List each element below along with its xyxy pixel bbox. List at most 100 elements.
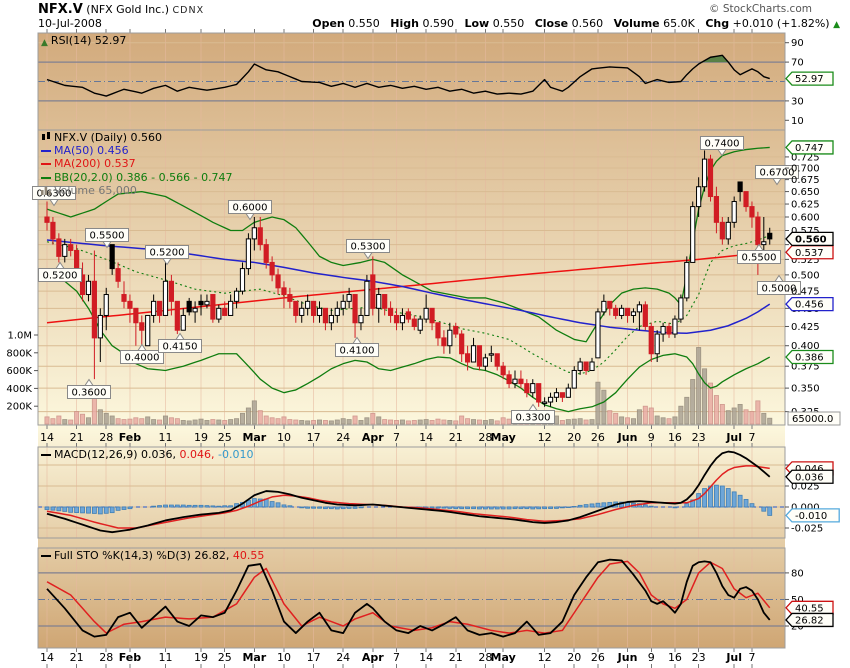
volume-axis: 1.0M 800K 600K 400K 200K — [6, 331, 38, 413]
svg-text:21: 21 — [70, 651, 84, 664]
svg-text:Jul: Jul — [725, 431, 742, 444]
rsi-legend: ▲ RSI(14) 52.97 — [41, 34, 126, 50]
svg-text:May: May — [491, 651, 516, 664]
svg-text:80: 80 — [791, 568, 804, 579]
chg-label: Chg — [705, 17, 730, 30]
svg-text:0.500: 0.500 — [791, 270, 820, 281]
svg-text:21: 21 — [449, 651, 463, 664]
svg-text:7: 7 — [748, 431, 755, 444]
quote-header: 10-Jul-2008 Open 0.550 High 0.590 Low 0.… — [38, 17, 845, 30]
svg-text:Mar: Mar — [242, 431, 266, 444]
ma50-legend-row: MA(50) 0.456 — [41, 144, 233, 157]
low-value: 0.550 — [492, 17, 525, 30]
svg-text:0.5500: 0.5500 — [90, 231, 125, 242]
bb-legend-text: BB(20,2.0) 0.386 - 0.566 - 0.747 — [54, 170, 233, 184]
rsi-mountain-icon: ▲ — [41, 38, 48, 48]
svg-text:19: 19 — [194, 431, 208, 444]
date-axis-bottom: 14 21 28 Feb 11 19 25 Mar 10 17 24 Apr 7 14 21 28May 12 2… — [40, 651, 755, 664]
svg-text:11: 11 — [158, 431, 172, 444]
ma50-legend-text: MA(50) 0.456 — [54, 144, 129, 158]
svg-text:0.700: 0.700 — [791, 164, 820, 175]
macd-legend: MACD(12,26,9) 0.036, 0.046, -0.010 — [41, 448, 253, 461]
sto-axis: 80502040.5526.82 — [785, 568, 834, 633]
chg-value: +0.010 (+1.82%) — [732, 17, 830, 30]
company-name: (NFX Gold Inc.) — [82, 3, 173, 16]
svg-text:0.6700: 0.6700 — [760, 168, 795, 179]
sto-line-icon — [41, 555, 51, 557]
macd-legend-main: MACD(12,26,9) 0.036, — [54, 448, 177, 461]
svg-text:70: 70 — [791, 58, 804, 69]
chart-canvas: 0.63000.52000.55000.36000.40000.52000.41… — [6, 29, 841, 668]
svg-text:7: 7 — [393, 431, 400, 444]
svg-text:7: 7 — [748, 651, 755, 664]
svg-text:0.4150: 0.4150 — [163, 342, 198, 353]
svg-text:0.7400: 0.7400 — [705, 139, 740, 150]
svg-text:0.675: 0.675 — [791, 175, 820, 186]
svg-text:23: 23 — [692, 431, 706, 444]
price-legend-title: NFX.V (Daily) 0.560 — [54, 131, 163, 144]
svg-text:800K: 800K — [6, 348, 32, 359]
chg-up-arrow-icon: ▲ — [833, 20, 840, 30]
svg-text:17: 17 — [307, 431, 321, 444]
svg-text:7: 7 — [393, 651, 400, 664]
svg-text:65000.0: 65000.0 — [792, 414, 833, 425]
svg-text:0.560: 0.560 — [795, 235, 827, 246]
price-legend: NFX.V (Daily) 0.560 MA(50) 0.456 MA(200)… — [41, 131, 233, 197]
svg-text:0.036: 0.036 — [795, 472, 824, 483]
svg-text:0.475: 0.475 — [791, 287, 820, 298]
svg-text:-0.010: -0.010 — [795, 511, 827, 522]
svg-text:Mar: Mar — [242, 651, 266, 664]
stockcharts-price-chart: NFX.V (NFX Gold Inc.) CDNX © StockCharts… — [0, 0, 850, 668]
bb-line-icon — [41, 176, 51, 179]
svg-text:Jun: Jun — [617, 651, 638, 664]
svg-text:9: 9 — [648, 431, 655, 444]
svg-text:26: 26 — [591, 651, 605, 664]
svg-text:12: 12 — [538, 431, 552, 444]
quote-bar: Open 0.550 High 0.590 Low 0.550 Close 0.… — [305, 17, 840, 30]
ma200-legend-row: MA(200) 0.537 — [41, 157, 233, 170]
svg-text:0.4000: 0.4000 — [125, 353, 160, 364]
svg-text:14: 14 — [40, 651, 54, 664]
chart-date: 10-Jul-2008 — [38, 17, 102, 30]
svg-text:10: 10 — [277, 651, 291, 664]
stockcharts-credit: © StockCharts.com — [709, 3, 812, 15]
volume-value: 65.0K — [663, 17, 695, 30]
svg-text:14: 14 — [419, 431, 433, 444]
svg-text:0.5200: 0.5200 — [150, 248, 185, 259]
macd-legend-signal: 0.046, — [176, 448, 215, 461]
volume-legend-row: Volume 65,000 — [41, 184, 233, 197]
svg-text:0.5300: 0.5300 — [351, 242, 386, 253]
svg-text:0.3600: 0.3600 — [72, 388, 107, 399]
svg-text:Feb: Feb — [119, 431, 142, 444]
svg-text:25: 25 — [218, 431, 232, 444]
svg-text:10: 10 — [277, 431, 291, 444]
svg-text:0.6000: 0.6000 — [233, 203, 268, 214]
bb-legend-row: BB(20,2.0) 0.386 - 0.566 - 0.747 — [41, 171, 233, 184]
svg-text:0.3300: 0.3300 — [516, 413, 551, 424]
rsi-axis: 90 70 30 10 52.97 — [785, 38, 834, 127]
volume-bars-icon — [41, 186, 51, 195]
ticker-symbol: NFX.V — [38, 2, 83, 17]
open-value: 0.550 — [348, 17, 380, 30]
open-label: Open — [312, 17, 345, 30]
svg-text:90: 90 — [791, 38, 804, 49]
volume-label: Volume — [613, 17, 660, 30]
svg-text:26.82: 26.82 — [795, 616, 824, 627]
svg-text:21: 21 — [449, 431, 463, 444]
volume-legend-text: Volume 65,000 — [54, 183, 137, 197]
svg-text:0.350: 0.350 — [791, 384, 820, 395]
svg-text:19: 19 — [194, 651, 208, 664]
svg-text:0.537: 0.537 — [795, 248, 824, 259]
price-legend-title-row: NFX.V (Daily) 0.560 — [41, 131, 233, 144]
ma200-line-icon — [41, 163, 51, 166]
svg-text:16: 16 — [668, 651, 682, 664]
svg-text:0.425: 0.425 — [791, 322, 820, 333]
svg-text:400K: 400K — [6, 384, 32, 395]
svg-text:0.5200: 0.5200 — [43, 271, 78, 282]
svg-text:14: 14 — [40, 431, 54, 444]
sto-legend-main: Full STO %K(14,3) %D(3) 26.82, — [54, 549, 230, 562]
sto-legend: Full STO %K(14,3) %D(3) 26.82, 40.55 — [41, 549, 264, 562]
svg-text:23: 23 — [692, 651, 706, 664]
svg-text:0.625: 0.625 — [791, 200, 820, 211]
svg-text:200K: 200K — [6, 402, 32, 413]
